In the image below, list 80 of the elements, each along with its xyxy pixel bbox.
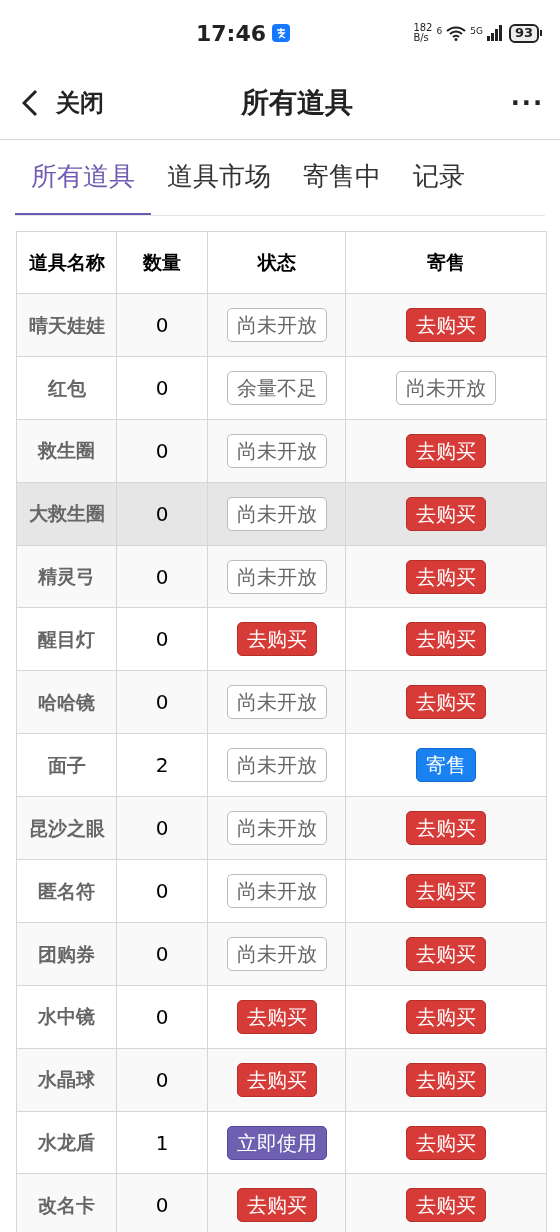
tab[interactable]: 寄售中 bbox=[287, 140, 397, 215]
count-cell: 0 bbox=[116, 670, 208, 734]
buy-button[interactable]: 去购买 bbox=[406, 1062, 486, 1097]
status-button[interactable]: 尚未开放 bbox=[226, 748, 327, 783]
signal-icon bbox=[486, 25, 503, 41]
buy-button[interactable]: 去购买 bbox=[406, 1188, 486, 1223]
count-cell: 0 bbox=[116, 985, 208, 1049]
wifi-label: 6 bbox=[436, 25, 443, 38]
buy-button[interactable]: 去购买 bbox=[236, 999, 317, 1034]
buy-button[interactable]: 去购买 bbox=[406, 811, 486, 846]
item-name-cell: 改名卡 bbox=[16, 1173, 117, 1232]
column-header: 寄售 bbox=[345, 231, 547, 294]
wifi-icon bbox=[446, 25, 467, 41]
count-cell: 2 bbox=[116, 733, 208, 797]
status-button[interactable]: 尚未开放 bbox=[226, 433, 327, 468]
signal-label: 5G bbox=[470, 25, 483, 38]
count-cell: 0 bbox=[116, 482, 208, 546]
buy-button[interactable]: 去购买 bbox=[236, 1062, 317, 1097]
count-cell: 0 bbox=[116, 1048, 208, 1112]
buy-button[interactable]: 去购买 bbox=[406, 307, 486, 342]
buy-button[interactable]: 去购买 bbox=[406, 559, 486, 594]
item-name-cell: 水晶球 bbox=[16, 1048, 117, 1112]
status-button[interactable]: 尚未开放 bbox=[226, 496, 327, 531]
network-speed-unit: B/s bbox=[413, 33, 430, 43]
item-name-cell: 哈哈镜 bbox=[16, 670, 117, 734]
buy-button[interactable]: 去购买 bbox=[406, 622, 486, 657]
column-header: 数量 bbox=[116, 231, 208, 294]
count-cell: 0 bbox=[116, 607, 208, 671]
use-button[interactable]: 立即使用 bbox=[226, 1125, 327, 1160]
buy-button[interactable]: 去购买 bbox=[236, 622, 317, 657]
status-button[interactable]: 尚未开放 bbox=[226, 559, 327, 594]
item-name-cell: 救生圈 bbox=[16, 419, 117, 483]
item-name-cell: 红包 bbox=[16, 356, 117, 420]
item-name-cell: 水龙盾 bbox=[16, 1111, 117, 1174]
column-header: 状态 bbox=[207, 231, 346, 294]
status-button[interactable]: 余量不足 bbox=[226, 370, 327, 405]
count-cell: 1 bbox=[116, 1111, 208, 1174]
sell-button[interactable]: 寄售 bbox=[416, 748, 476, 783]
item-name-cell: 大救生圈 bbox=[16, 482, 117, 546]
column-header: 道具名称 bbox=[16, 231, 117, 294]
item-name-cell: 面子 bbox=[16, 733, 117, 797]
status-button[interactable]: 尚未开放 bbox=[226, 307, 327, 342]
close-button[interactable]: 关闭 bbox=[22, 84, 104, 121]
count-cell: 0 bbox=[116, 419, 208, 483]
item-name-cell: 精灵弓 bbox=[16, 545, 117, 608]
item-name-cell: 醒目灯 bbox=[16, 607, 117, 671]
count-cell: 0 bbox=[116, 859, 208, 923]
item-name-cell: 晴天娃娃 bbox=[16, 293, 117, 357]
buy-button[interactable]: 去购买 bbox=[406, 936, 486, 971]
network-speed: 182 bbox=[413, 23, 433, 33]
more-button[interactable]: ··· bbox=[510, 84, 544, 121]
payment-app-icon bbox=[272, 24, 291, 42]
count-cell: 0 bbox=[116, 545, 208, 608]
item-name-cell: 昆沙之眼 bbox=[16, 796, 117, 860]
tab[interactable]: 记录 bbox=[397, 140, 481, 215]
status-button[interactable]: 尚未开放 bbox=[226, 873, 327, 908]
buy-button[interactable]: 去购买 bbox=[406, 873, 486, 908]
tab[interactable]: 所有道具 bbox=[15, 140, 151, 215]
count-cell: 0 bbox=[116, 293, 208, 357]
buy-button[interactable]: 去购买 bbox=[406, 1125, 486, 1160]
status-button[interactable]: 尚未开放 bbox=[226, 936, 327, 971]
status-button[interactable]: 尚未开放 bbox=[226, 811, 327, 846]
buy-button[interactable]: 去购买 bbox=[406, 999, 486, 1034]
back-icon bbox=[22, 88, 38, 117]
count-cell: 0 bbox=[116, 796, 208, 860]
buy-button[interactable]: 去购买 bbox=[406, 496, 486, 531]
buy-button[interactable]: 去购买 bbox=[406, 685, 486, 720]
buy-button[interactable]: 去购买 bbox=[236, 1188, 317, 1223]
status-button[interactable]: 尚未开放 bbox=[396, 370, 496, 405]
buy-button[interactable]: 去购买 bbox=[406, 433, 486, 468]
page-title: 所有道具 bbox=[241, 84, 353, 121]
count-cell: 0 bbox=[116, 922, 208, 986]
item-name-cell: 水中镜 bbox=[16, 985, 117, 1049]
item-name-cell: 团购券 bbox=[16, 922, 117, 986]
battery-level: 93 bbox=[508, 23, 539, 43]
clock: 17:46 bbox=[196, 19, 267, 48]
tab[interactable]: 道具市场 bbox=[151, 140, 287, 215]
item-name-cell: 匿名符 bbox=[16, 859, 117, 923]
status-button[interactable]: 尚未开放 bbox=[226, 685, 327, 720]
count-cell: 0 bbox=[116, 356, 208, 420]
